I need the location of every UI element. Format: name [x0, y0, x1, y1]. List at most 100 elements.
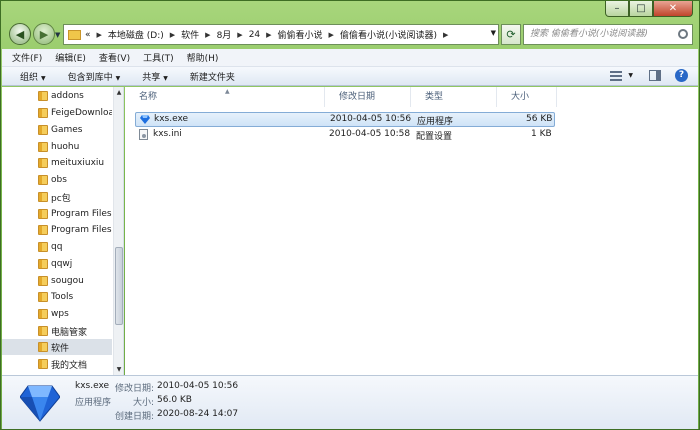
preview-pane-icon[interactable] [649, 70, 661, 81]
scroll-up-icon[interactable]: ▲ [114, 87, 123, 98]
nav-item-sougou[interactable]: sougou [2, 273, 112, 289]
diamond-icon [20, 385, 60, 422]
share-button[interactable]: 共享 ▼ [142, 70, 168, 83]
share-label: 共享 [142, 72, 161, 83]
menu-tools[interactable]: 工具(T) [143, 51, 174, 64]
folder-icon [38, 292, 48, 302]
chevron-right-icon[interactable]: ▶ [266, 31, 271, 39]
nav-item-label: 软件 [51, 343, 70, 354]
nav-item-my-documents[interactable]: 我的文档 [2, 356, 112, 372]
nav-item-label: 电脑管家 [51, 327, 88, 338]
nav-item-qq[interactable]: qq [2, 239, 112, 255]
chevron-right-icon[interactable]: ▶ [443, 31, 448, 39]
detail-modified-value: 2010-04-05 10:56 [157, 381, 239, 391]
column-name-label: 名称 [139, 92, 158, 102]
search-placeholder: 搜索 偷偷看小说(小说阅读器) [530, 29, 648, 39]
folder-icon [38, 326, 48, 336]
nav-item-meituxiuxiu[interactable]: meituxiuxiu [2, 155, 112, 171]
folder-icon [38, 225, 48, 235]
breadcrumb-overflow[interactable]: « [85, 30, 91, 40]
nav-item-pc-manager[interactable]: 电脑管家 [2, 323, 112, 339]
breadcrumb-august[interactable]: 8月 [217, 28, 232, 41]
nav-item-huohu[interactable]: huohu [2, 139, 112, 155]
nav-item-label: FeigeDownloa [51, 108, 112, 118]
chevron-down-icon: ▼ [41, 74, 46, 82]
column-header-name[interactable]: 名称 ▲ [125, 87, 325, 107]
include-library-button[interactable]: 包含到库中 ▼ [68, 70, 121, 83]
view-options-icon[interactable] [610, 70, 623, 81]
folder-icon [38, 276, 48, 286]
folder-icon [38, 242, 48, 252]
column-header-modified[interactable]: 修改日期 [325, 87, 411, 107]
file-row-kxs-exe[interactable]: kxs.exe 2010-04-05 10:56 应用程序 56 KB [135, 112, 555, 127]
menu-edit[interactable]: 编辑(E) [55, 51, 86, 64]
scroll-thumb[interactable] [115, 247, 123, 325]
organize-label: 组织 [20, 72, 39, 83]
search-input[interactable]: 搜索 偷偷看小说(小说阅读器) [523, 24, 693, 45]
column-type-label: 类型 [425, 92, 444, 102]
file-type: 配置设置 [416, 132, 453, 142]
file-row-kxs-ini[interactable]: kxs.ini 2010-04-05 10:58 配置设置 1 KB [135, 128, 555, 143]
config-file-icon [139, 129, 148, 140]
nav-item-obs[interactable]: obs [2, 172, 112, 188]
column-header-type[interactable]: 类型 [411, 87, 497, 107]
file-modified: 2010-04-05 10:56 [330, 114, 412, 124]
menu-help[interactable]: 帮助(H) [187, 51, 219, 64]
nav-item-games[interactable]: Games [2, 122, 112, 138]
refresh-button[interactable]: ⟳ [501, 24, 521, 45]
minimize-button[interactable]: – [605, 1, 629, 17]
organize-button[interactable]: 组织 ▼ [20, 70, 46, 83]
nav-item-addons[interactable]: addons [2, 88, 112, 104]
breadcrumb-drive[interactable]: 本地磁盘 (D:) [108, 28, 164, 41]
menu-view[interactable]: 查看(V) [99, 51, 130, 64]
breadcrumb-software[interactable]: 软件 [181, 28, 199, 41]
chevron-down-icon: ▼ [115, 74, 121, 82]
scroll-down-icon[interactable]: ▼ [114, 364, 123, 375]
help-icon[interactable]: ? [675, 69, 688, 82]
folder-icon [38, 158, 48, 168]
menu-file[interactable]: 文件(F) [12, 51, 42, 64]
nav-item-label: wps [51, 309, 69, 319]
sort-up-icon: ▲ [225, 88, 230, 95]
address-bar[interactable]: « ▶ 本地磁盘 (D:) ▶ 软件 ▶ 8月 ▶ 24 ▶ 偷偷看小说 ▶ 偷… [63, 24, 499, 45]
nav-item-program-files-x86[interactable]: Program Files [2, 222, 112, 238]
nav-item-software[interactable]: 软件 [2, 339, 112, 355]
nav-item-qqwj[interactable]: qqwj [2, 256, 112, 272]
new-folder-button[interactable]: 新建文件夹 [190, 70, 235, 83]
address-dropdown-icon[interactable]: ▼ [491, 29, 496, 37]
chevron-down-icon: ▼ [163, 74, 168, 82]
history-dropdown-icon[interactable]: ▼ [55, 31, 60, 39]
breadcrumb-24[interactable]: 24 [249, 30, 260, 40]
folder-icon [38, 175, 48, 185]
breadcrumb-novel[interactable]: 偷偷看小说 [278, 28, 323, 41]
chevron-right-icon[interactable]: ▶ [205, 31, 210, 39]
file-size: 56 KB [526, 114, 553, 124]
address-folder-icon [68, 29, 81, 40]
search-icon [678, 29, 688, 39]
forward-button[interactable]: ▶ [33, 23, 55, 45]
chevron-right-icon[interactable]: ▶ [329, 31, 334, 39]
include-library-label: 包含到库中 [67, 72, 113, 83]
nav-item-program-files[interactable]: Program Files [2, 206, 112, 222]
nav-item-feigedownload[interactable]: FeigeDownloa [2, 105, 112, 121]
nav-item-label: meituxiuxiu [51, 158, 105, 168]
menu-bar: 文件(F) 编辑(E) 查看(V) 工具(T) 帮助(H) [2, 49, 698, 67]
chevron-right-icon[interactable]: ▶ [97, 31, 102, 39]
nav-item-wps[interactable]: wps [2, 306, 112, 322]
nav-item-pc-package[interactable]: pc包 [2, 189, 112, 205]
file-modified: 2010-04-05 10:58 [329, 129, 411, 139]
nav-item-tools[interactable]: Tools [2, 289, 112, 305]
close-button[interactable]: ✕ [653, 1, 693, 17]
nav-scrollbar[interactable]: ▲ ▼ [113, 87, 123, 375]
file-list: 名称 ▲ 修改日期 类型 大小 kxs.exe 2010-04-05 10:56 … [125, 87, 698, 375]
nav-item-label: pc包 [51, 193, 71, 204]
maximize-button[interactable]: □ [629, 1, 653, 17]
folder-icon [38, 142, 48, 152]
nav-item-label: Tools [51, 292, 74, 302]
column-header-size[interactable]: 大小 [497, 87, 557, 107]
chevron-right-icon[interactable]: ▶ [237, 31, 242, 39]
back-button[interactable]: ◀ [9, 23, 31, 45]
view-dropdown-icon[interactable]: ▼ [628, 72, 633, 79]
breadcrumb-current[interactable]: 偷偷看小说(小说阅读器) [340, 28, 437, 41]
chevron-right-icon[interactable]: ▶ [170, 31, 175, 39]
